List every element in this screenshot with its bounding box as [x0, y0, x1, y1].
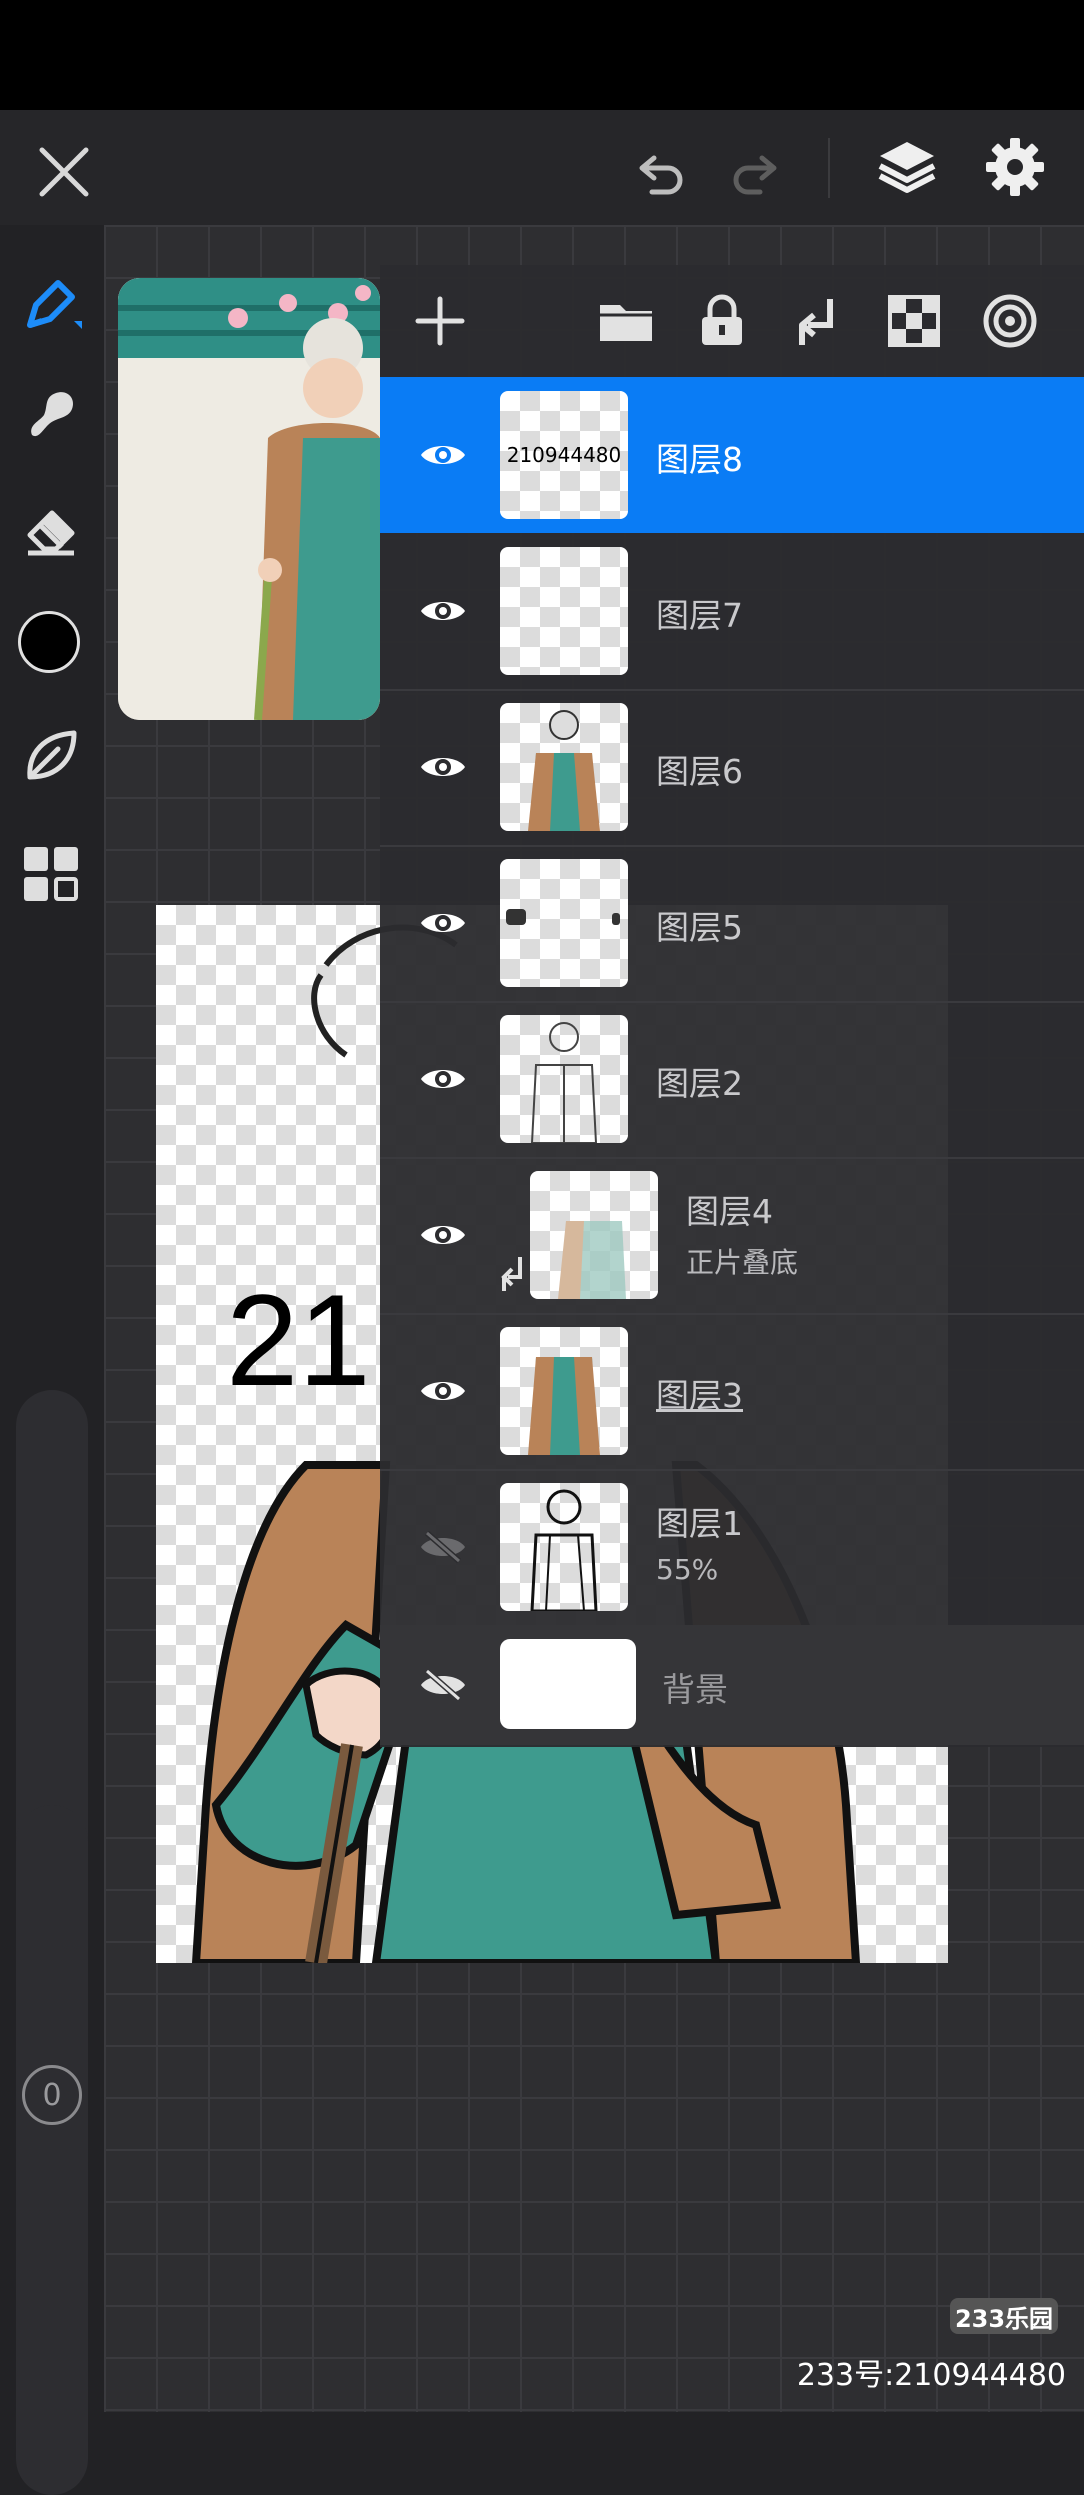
layer-name: 背景 [662, 1670, 728, 1709]
layer-thumbnail: 210944480 [500, 391, 628, 519]
layer-row-3[interactable]: 图层3 [380, 1313, 1084, 1471]
layer-row-background[interactable]: 背景 [380, 1625, 1084, 1745]
layer-thumbnail [500, 1015, 628, 1143]
color-swatch[interactable] [18, 611, 80, 673]
layer-name: 图层5 [656, 908, 743, 947]
blend-mode-label: 正片叠底 [686, 1246, 799, 1279]
layer-name: 图层6 [656, 752, 743, 791]
visibility-eye-icon[interactable] [400, 1313, 486, 1469]
clipping-arrow-icon [498, 1253, 528, 1293]
status-bar [0, 0, 1084, 110]
layers-icon[interactable] [872, 132, 942, 202]
layer-thumbnail [530, 1171, 658, 1299]
thumb-color [528, 1357, 600, 1455]
pen-icon[interactable] [16, 269, 86, 339]
visibility-eye-icon[interactable] [400, 1157, 486, 1313]
layer-opacity-label: 55% [656, 1553, 719, 1586]
left-toolbar: S 0 [0, 225, 104, 2495]
layer-name: 图层3 [656, 1376, 743, 1415]
smudge-icon[interactable] [18, 381, 84, 447]
leaf-icon[interactable] [18, 723, 84, 789]
toolbar-divider [828, 138, 830, 198]
redo-icon[interactable] [724, 140, 788, 204]
mask-icon[interactable] [980, 291, 1040, 351]
layer-thumbnail [500, 1327, 628, 1455]
layer-thumbnail [500, 703, 628, 831]
thumb-shading [558, 1221, 626, 1299]
hidden-eye-icon[interactable] [400, 1625, 486, 1745]
add-layer-icon[interactable] [410, 291, 470, 351]
thumb-figure [528, 710, 600, 831]
reference-picture [118, 278, 380, 720]
close-icon[interactable] [32, 140, 96, 204]
layer-row-8[interactable]: 210944480 图层8 [380, 377, 1084, 533]
watermark-text: 233号:210944480 [796, 2358, 1066, 2393]
visibility-eye-icon[interactable] [400, 533, 486, 689]
reference-image[interactable] [118, 278, 380, 720]
merge-down-icon[interactable] [788, 291, 848, 351]
layer-thumbnail [500, 1639, 636, 1729]
thumb-lineart [530, 1022, 598, 1143]
layer-name: 图层7 [656, 596, 743, 635]
thumb-marks [506, 909, 620, 925]
visibility-eye-icon[interactable] [400, 377, 486, 533]
layer-thumbnail [500, 859, 628, 987]
grid-icon[interactable] [22, 845, 80, 903]
opacity-slider-label: 0 [22, 2065, 82, 2125]
top-toolbar [0, 110, 1084, 225]
hidden-eye-icon[interactable] [400, 1469, 486, 1625]
layer-row-5[interactable]: 图层5 [380, 845, 1084, 1003]
thumb-sketch [530, 1489, 598, 1611]
app-logo: 233乐园 [950, 2298, 1058, 2334]
layer-thumbnail [500, 1483, 628, 1611]
opacity-label-text: 0 [42, 2077, 62, 2113]
layer-row-4[interactable]: 图层4 正片叠底 [380, 1157, 1084, 1315]
layer-name: 图层2 [656, 1064, 743, 1103]
visibility-eye-icon[interactable] [400, 845, 486, 1001]
transparency-icon[interactable] [884, 291, 944, 351]
layer-list: 210944480 图层8 图层7 图层6 图层5 图层2 图层4 正片叠底 图… [380, 377, 1084, 1747]
layer-thumbnail [500, 547, 628, 675]
lock-icon[interactable] [692, 291, 752, 351]
layer-name: 图层4 [686, 1192, 773, 1231]
visibility-eye-icon[interactable] [400, 689, 486, 845]
layers-panel: 210944480 图层8 图层7 图层6 图层5 图层2 图层4 正片叠底 图… [380, 265, 1084, 1747]
eraser-icon[interactable] [18, 495, 84, 561]
layer-thumb-text: 210944480 [506, 443, 622, 467]
layer-row-7[interactable]: 图层7 [380, 533, 1084, 691]
layer-row-1[interactable]: 图层1 55% [380, 1469, 1084, 1627]
layer-row-6[interactable]: 图层6 [380, 689, 1084, 847]
undo-icon[interactable] [628, 140, 692, 204]
layer-row-2[interactable]: 图层2 [380, 1001, 1084, 1159]
visibility-eye-icon[interactable] [400, 1001, 486, 1157]
gear-icon[interactable] [982, 134, 1048, 200]
opacity-slider[interactable]: 0 [16, 1805, 88, 2495]
layer-name: 图层8 [656, 440, 743, 479]
folder-icon[interactable] [596, 291, 656, 351]
layer-name: 图层1 [656, 1504, 743, 1543]
